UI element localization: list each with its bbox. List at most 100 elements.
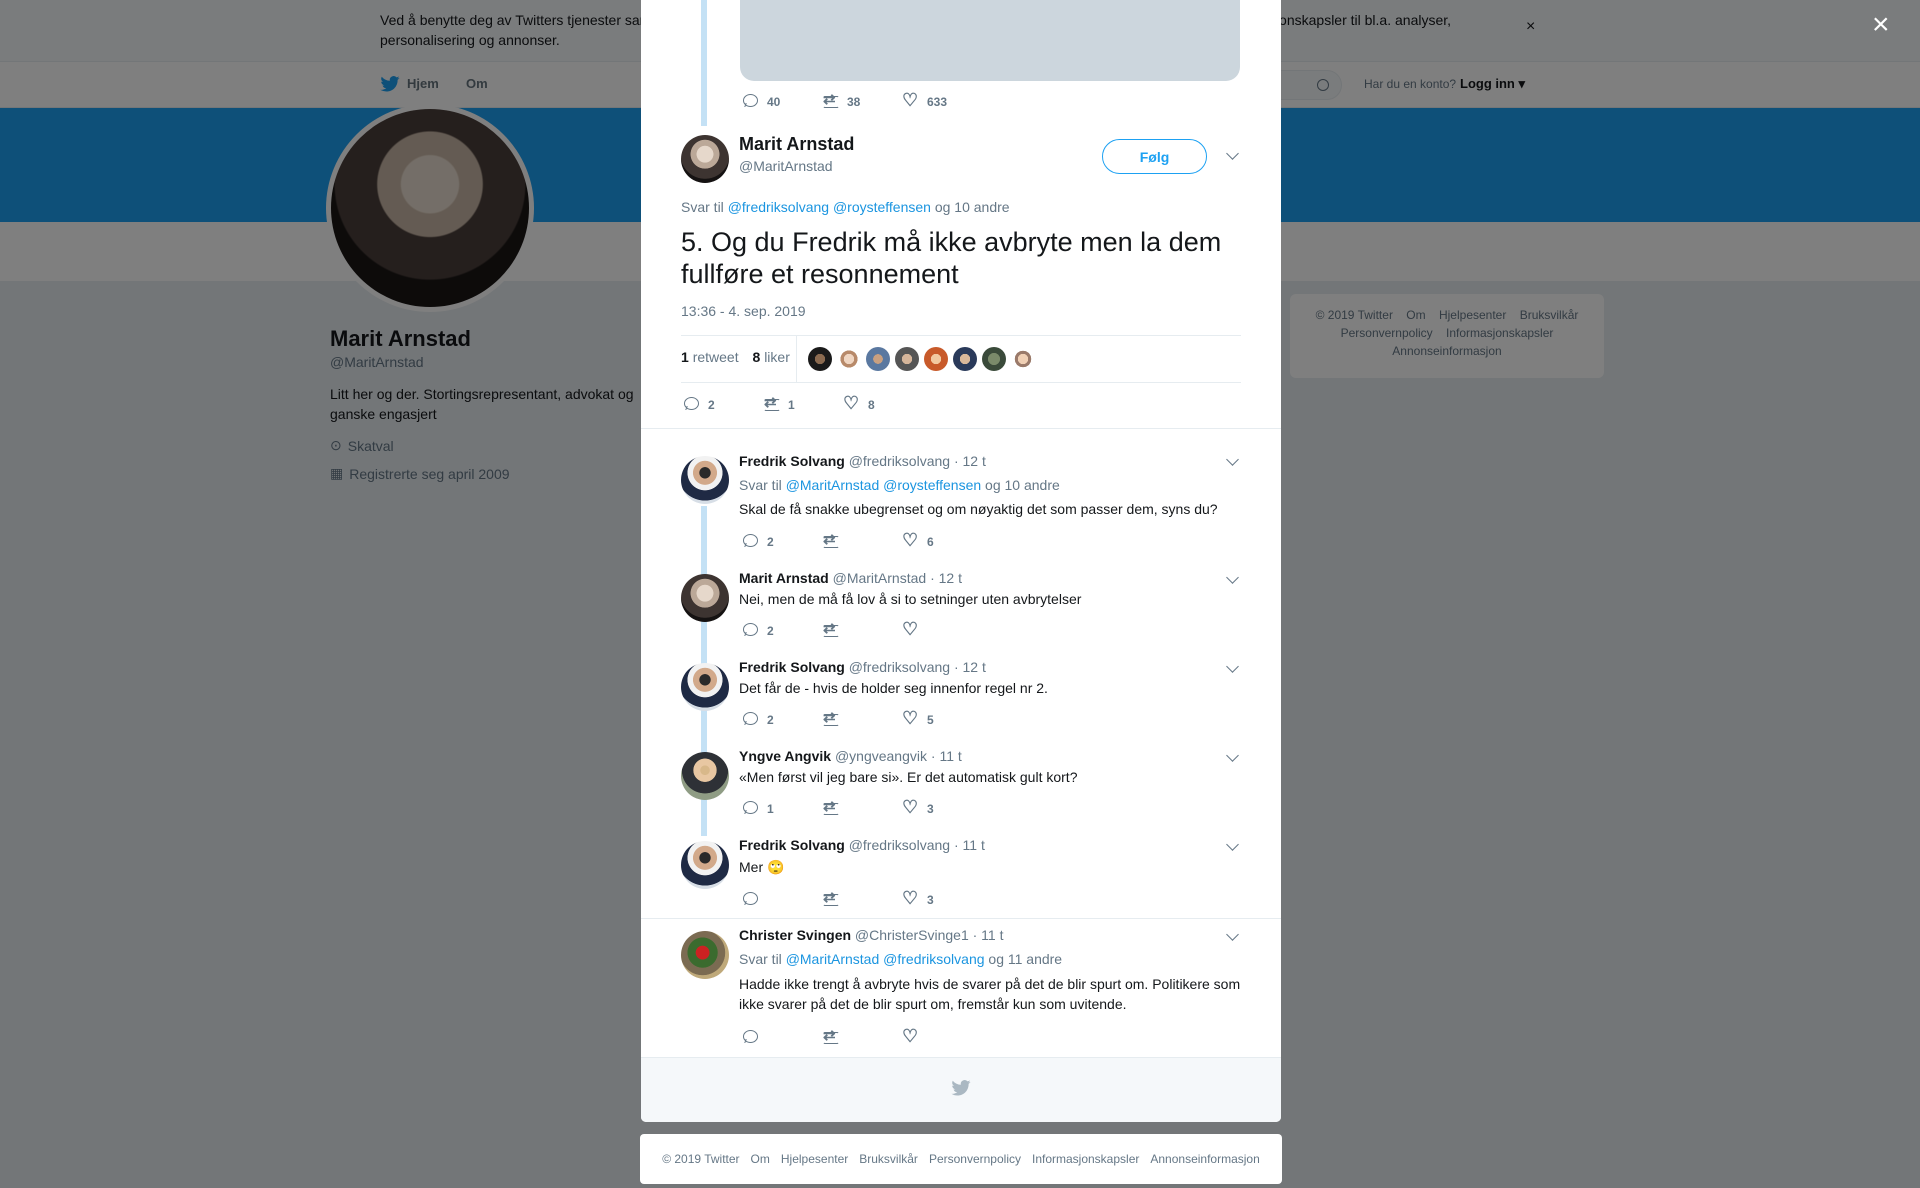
- reply-time[interactable]: · 12 t: [954, 659, 986, 675]
- retweet-icon: [822, 889, 839, 908]
- like-icon: [902, 797, 919, 817]
- liker-avatar[interactable]: [982, 347, 1006, 371]
- like-stat[interactable]: 8 liker: [753, 349, 790, 365]
- divider: [796, 336, 797, 382]
- like-button[interactable]: [902, 1026, 927, 1046]
- avatar[interactable]: [681, 135, 729, 183]
- reply-author-name[interactable]: Fredrik Solvang: [739, 837, 845, 853]
- reply-button[interactable]: 2: [683, 396, 763, 413]
- divider: [681, 335, 1241, 336]
- reply-author-handle[interactable]: @ChristerSvinge1: [855, 927, 969, 943]
- footer-link-terms[interactable]: Bruksvilkår: [859, 1152, 918, 1166]
- reply-time[interactable]: · 11 t: [973, 927, 1004, 943]
- reply-author-name[interactable]: Christer Svingen: [739, 927, 851, 943]
- reply-button[interactable]: 1: [742, 800, 822, 817]
- reply-author-name[interactable]: Fredrik Solvang: [739, 453, 845, 469]
- main-tweet-handle[interactable]: @MaritArnstad: [739, 158, 833, 174]
- liker-avatar[interactable]: [808, 347, 832, 371]
- retweet-button[interactable]: [822, 620, 902, 639]
- like-button[interactable]: 6: [902, 530, 934, 550]
- reply-text: «Men først vil jeg bare si». Er det auto…: [739, 769, 1078, 785]
- liker-avatar[interactable]: [953, 347, 977, 371]
- like-button[interactable]: 3: [902, 797, 934, 817]
- reply-author-handle[interactable]: @MaritArnstad: [833, 570, 927, 586]
- avatar[interactable]: [681, 456, 729, 504]
- reply-author-name[interactable]: Fredrik Solvang: [739, 659, 845, 675]
- footer-link-help[interactable]: Hjelpesenter: [781, 1152, 848, 1166]
- like-count: 5: [927, 712, 934, 727]
- reply-header: Fredrik Solvang @fredriksolvang · 12 t: [739, 659, 986, 675]
- liker-avatar[interactable]: [924, 347, 948, 371]
- reply-time[interactable]: · 12 t: [930, 570, 962, 586]
- like-button[interactable]: 8: [843, 393, 875, 413]
- main-tweet-timestamp[interactable]: 13:36 - 4. sep. 2019: [681, 303, 806, 319]
- reply-others[interactable]: og 10 andre: [985, 477, 1060, 493]
- reply-count: 2: [767, 534, 774, 549]
- reply-author-name[interactable]: Yngve Angvik: [739, 748, 831, 764]
- tweet-media[interactable]: [740, 0, 1240, 81]
- reply-mentions[interactable]: @fredriksolvang @roysteffensen: [728, 199, 931, 215]
- liker-avatar[interactable]: [1011, 347, 1035, 371]
- avatar[interactable]: [681, 663, 729, 711]
- avatar[interactable]: [681, 574, 729, 622]
- footer-link-about[interactable]: Om: [751, 1152, 770, 1166]
- reply-author-handle[interactable]: @fredriksolvang: [849, 453, 950, 469]
- reply-button[interactable]: [742, 891, 822, 908]
- avatar[interactable]: [681, 931, 729, 979]
- retweet-button[interactable]: [822, 1027, 902, 1046]
- avatar[interactable]: [681, 752, 729, 800]
- follow-button[interactable]: Følg: [1102, 139, 1207, 174]
- like-button[interactable]: 3: [902, 888, 934, 908]
- reply-others[interactable]: og 11 andre: [988, 951, 1062, 967]
- footer-link-ads[interactable]: Annonseinformasjon: [1150, 1152, 1259, 1166]
- reply-count: 1: [767, 801, 774, 816]
- liker-avatar[interactable]: [866, 347, 890, 371]
- like-button[interactable]: [902, 619, 927, 639]
- reply-author-handle[interactable]: @fredriksolvang: [849, 659, 950, 675]
- reply-count: 40: [767, 94, 781, 109]
- reply-prefix: Svar til: [739, 477, 782, 493]
- avatar[interactable]: [681, 841, 729, 889]
- reply-author-name[interactable]: Marit Arnstad: [739, 570, 829, 586]
- reply-text: Skal de få snakke ubegrenset og om nøyak…: [739, 501, 1218, 517]
- like-icon: [902, 888, 919, 908]
- retweet-button[interactable]: [822, 709, 902, 728]
- reply-author-handle[interactable]: @fredriksolvang: [849, 837, 950, 853]
- like-button[interactable]: 5: [902, 708, 934, 728]
- retweet-button[interactable]: 38: [822, 91, 902, 110]
- reply-button[interactable]: [742, 1029, 822, 1046]
- close-modal-button[interactable]: ×: [1872, 10, 1890, 40]
- like-count: 633: [927, 94, 948, 109]
- reply-button[interactable]: 2: [742, 533, 822, 550]
- reply-mentions[interactable]: @MaritArnstad @roysteffensen: [786, 477, 981, 493]
- footer-link-privacy[interactable]: Personvernpolicy: [929, 1152, 1021, 1166]
- reply-mentions[interactable]: @MaritArnstad @fredriksolvang: [786, 951, 985, 967]
- reply-text: Nei, men de må få lov å si to setninger …: [739, 591, 1082, 607]
- reply-icon: [683, 396, 700, 413]
- reply-author-handle[interactable]: @yngveangvik: [835, 748, 927, 764]
- reply-time[interactable]: · 11 t: [931, 748, 962, 764]
- retweet-stat[interactable]: 1 retweet: [681, 349, 739, 365]
- reply-time[interactable]: · 11 t: [954, 837, 985, 853]
- reply-others[interactable]: og 10 andre: [935, 199, 1010, 215]
- modal-footer: © 2019 Twitter Om Hjelpesenter Bruksvilk…: [640, 1134, 1282, 1184]
- liker-avatar[interactable]: [837, 347, 861, 371]
- reply-button[interactable]: 2: [742, 622, 822, 639]
- liker-avatar[interactable]: [895, 347, 919, 371]
- reply-context: Svar til @MaritArnstad @fredriksolvang o…: [739, 951, 1062, 967]
- reply-header: Yngve Angvik @yngveangvik · 11 t: [739, 748, 962, 764]
- retweet-button[interactable]: [822, 531, 902, 550]
- retweet-icon: [822, 798, 839, 817]
- retweet-button[interactable]: [822, 889, 902, 908]
- reply-count: 2: [708, 397, 715, 412]
- like-button[interactable]: 633: [902, 90, 948, 110]
- retweet-button[interactable]: [822, 798, 902, 817]
- retweet-button[interactable]: 1: [763, 394, 843, 413]
- reply-button[interactable]: 40: [742, 93, 822, 110]
- reply-time[interactable]: · 12 t: [954, 453, 986, 469]
- footer-link-cookies[interactable]: Informasjonskapsler: [1032, 1152, 1139, 1166]
- reply-icon: [742, 533, 759, 550]
- retweet-count: 38: [847, 94, 861, 109]
- main-tweet-name[interactable]: Marit Arnstad: [739, 134, 854, 155]
- reply-button[interactable]: 2: [742, 711, 822, 728]
